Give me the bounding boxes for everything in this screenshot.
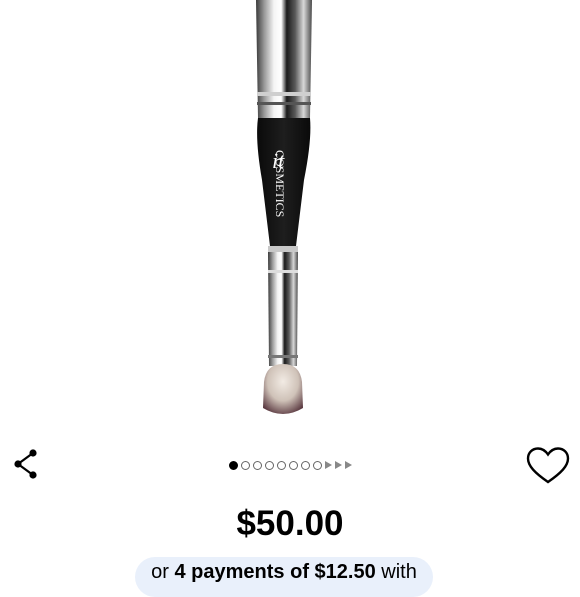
installment-prefix: or <box>151 561 169 583</box>
product-price: $50.00 <box>236 504 344 543</box>
installment-suffix: with <box>381 561 417 583</box>
carousel-next-arrow[interactable] <box>334 461 342 469</box>
heart-outline-icon <box>526 447 570 484</box>
installment-pill[interactable]: or 4 payments of $12.50 with <box>135 557 433 597</box>
installment-amount: $12.50 <box>314 561 376 583</box>
product-actions-row <box>0 440 580 490</box>
svg-text:it: it <box>272 148 285 173</box>
makeup-brush-illustration: COSMETICS it <box>256 0 312 414</box>
product-image[interactable]: COSMETICS it <box>0 0 580 430</box>
carousel-dot[interactable] <box>300 460 310 470</box>
carousel-dot[interactable] <box>252 460 262 470</box>
carousel-next-arrow[interactable] <box>324 461 332 469</box>
carousel-dot[interactable] <box>240 460 250 470</box>
carousel-dot-active[interactable] <box>228 460 238 470</box>
carousel-dot[interactable] <box>276 460 286 470</box>
carousel-dot[interactable] <box>312 460 322 470</box>
carousel-indicators <box>0 458 580 472</box>
carousel-dot[interactable] <box>264 460 274 470</box>
installment-payments: 4 payments of <box>174 561 309 583</box>
carousel-dot[interactable] <box>288 460 298 470</box>
wishlist-button[interactable] <box>524 444 572 488</box>
carousel-next-arrow[interactable] <box>344 461 352 469</box>
